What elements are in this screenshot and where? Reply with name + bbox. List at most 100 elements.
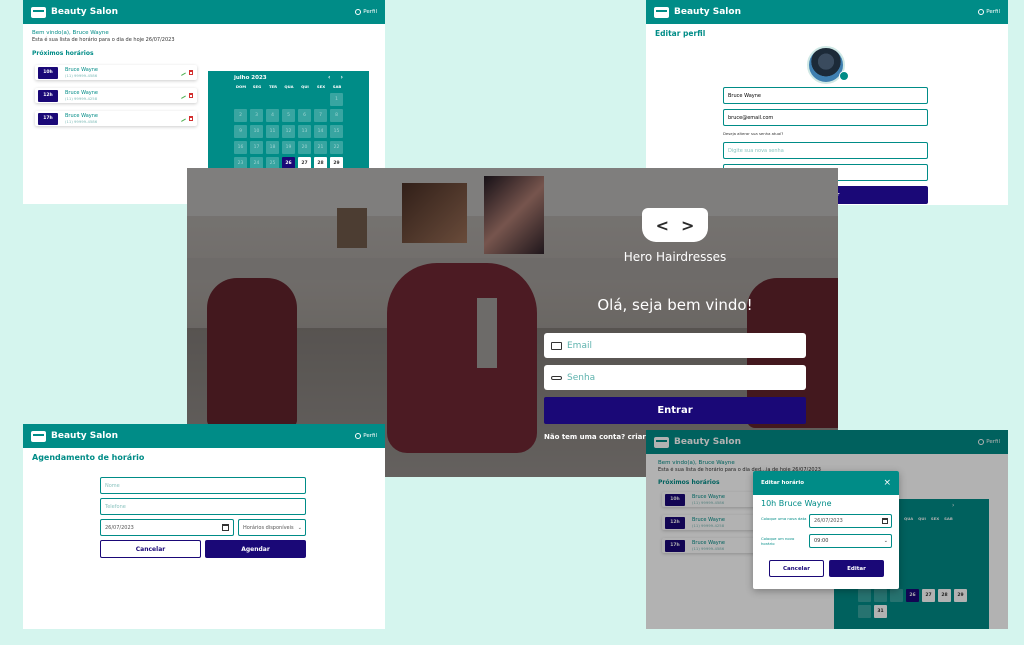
trash-icon[interactable]: [189, 116, 193, 121]
calendar-day: 20: [298, 141, 311, 154]
signup-link[interactable]: Não tem uma conta? criar u: [544, 433, 653, 441]
profile-link[interactable]: Perfil: [355, 433, 377, 439]
calendar-day: 11: [266, 125, 279, 138]
calendar-day: 9: [234, 125, 247, 138]
top-bar: Beauty Salon Perfil: [23, 424, 385, 448]
edit-icon[interactable]: [179, 69, 186, 76]
new-time-select[interactable]: 09:00 ⌄: [809, 534, 892, 548]
calendar-day: 14: [314, 125, 327, 138]
calendar-day: 22: [330, 141, 343, 154]
password-input[interactable]: Senha: [544, 365, 806, 390]
appointment-row[interactable]: 12h Bruce Wayne (11) 99999-4258: [35, 88, 197, 103]
weekday-label: SEX: [316, 84, 326, 89]
schedule-subtitle: Esta é sua lista de horário para o dia d…: [32, 37, 175, 43]
calendar-day: 18: [266, 141, 279, 154]
calendar-day: 6: [298, 109, 311, 122]
calendar-day: 15: [330, 125, 343, 138]
edit-appointment-panel: Beauty Salon Perfil Bem vindo(a), Bruce …: [646, 430, 1008, 629]
cancel-button[interactable]: Cancelar: [769, 560, 824, 577]
weekday-label: DOM: [235, 84, 247, 89]
greeting: Olá, seja bem vindo!: [597, 296, 753, 314]
calendar-day: 1: [330, 93, 343, 106]
calendar-day: 3: [250, 109, 263, 122]
calendar-day: 21: [314, 141, 327, 154]
profile-link[interactable]: Perfil: [355, 9, 377, 15]
edit-icon[interactable]: [179, 115, 186, 122]
weekday-label: QUA: [284, 84, 294, 89]
phone-field[interactable]: Telefone: [100, 498, 306, 515]
chevron-left-icon[interactable]: ‹: [328, 74, 330, 81]
appointment-row[interactable]: 17h Bruce Wayne (11) 99999-4586: [35, 111, 197, 126]
calendar-day: 13: [298, 125, 311, 138]
calendar-icon[interactable]: [222, 524, 229, 531]
calendar-day: 2: [234, 109, 247, 122]
appointment-hour: 12h: [38, 89, 58, 102]
brand-name: Beauty Salon: [51, 431, 118, 441]
top-bar: Beauty Salon Perfil: [23, 0, 385, 24]
cancel-button[interactable]: Cancelar: [100, 540, 201, 558]
chevron-down-icon: ⌄: [297, 524, 302, 531]
welcome-user: Bruce Wayne: [72, 30, 109, 36]
hours-select-value: Horários disponíveis: [243, 524, 294, 531]
calendar-day: [250, 93, 263, 106]
date-field[interactable]: 26/07/2023: [100, 519, 234, 536]
weekday-label: TER: [268, 84, 278, 89]
logo-right-bracket-icon: >: [681, 215, 695, 235]
top-bar: Beauty Salon Perfil: [646, 0, 1008, 24]
chevron-down-icon: ⌄: [883, 538, 888, 544]
new-time-value: 09:00: [814, 538, 829, 544]
calendar-day: [282, 93, 295, 106]
new-password-field[interactable]: Digite sua nova senha: [723, 142, 928, 159]
upcoming-title: Próximos horários: [32, 50, 94, 57]
edit-icon[interactable]: [179, 92, 186, 99]
email-field[interactable]: bruce@email.com: [723, 109, 928, 126]
salon-logo-icon: [31, 6, 46, 18]
appointment-phone: (11) 99999-4258: [65, 96, 98, 101]
close-icon[interactable]: ×: [883, 478, 891, 488]
calendar-day: [298, 93, 311, 106]
new-date-value: 26/07/2023: [814, 518, 843, 524]
brand-name: Beauty Salon: [51, 7, 118, 17]
calendar-day: 19: [282, 141, 295, 154]
modal-header-title: Editar horário: [761, 480, 805, 486]
new-time-label: Coloque um novo horário: [761, 536, 795, 546]
user-icon: [978, 9, 985, 15]
new-date-label: Coloque uma nova data: [761, 516, 807, 521]
appointment-phone: (11) 99999-4586: [65, 119, 98, 124]
salon-logo-icon: [31, 430, 46, 442]
edit-button[interactable]: Editar: [829, 560, 884, 577]
edit-avatar-icon[interactable]: [839, 71, 849, 81]
modal-appointment-title: 10h Bruce Wayne: [761, 499, 832, 508]
booking-panel: Beauty Salon Perfil Agendamento de horár…: [23, 424, 385, 629]
hours-select[interactable]: Horários disponíveis ⌄: [238, 519, 306, 536]
trash-icon[interactable]: [189, 93, 193, 98]
trash-icon[interactable]: [189, 70, 193, 75]
calendar-day: 5: [282, 109, 295, 122]
profile-link-label: Perfil: [363, 9, 377, 15]
calendar-day: [314, 93, 327, 106]
brand[interactable]: Beauty Salon: [654, 6, 741, 18]
calendar-icon[interactable]: [882, 518, 888, 524]
appointment-row[interactable]: 10h Bruce Wayne (11) 99999-4586: [35, 65, 197, 80]
name-field[interactable]: Bruce Wayne: [723, 87, 928, 104]
date-value: 26/07/2023: [105, 524, 134, 531]
email-input[interactable]: Email: [544, 333, 806, 358]
profile-title: Editar perfil: [655, 29, 706, 38]
chevron-right-icon[interactable]: ›: [341, 74, 343, 81]
brand[interactable]: Beauty Salon: [31, 430, 118, 442]
calendar-day: 4: [266, 109, 279, 122]
brand-name: Beauty Salon: [674, 7, 741, 17]
profile-link[interactable]: Perfil: [978, 9, 1000, 15]
logo-left-bracket-icon: <: [655, 215, 669, 235]
salon-logo-icon: [654, 6, 669, 18]
brand[interactable]: Beauty Salon: [31, 6, 118, 18]
schedule-button[interactable]: Agendar: [205, 540, 306, 558]
name-field[interactable]: Nome: [100, 477, 306, 494]
new-date-field[interactable]: 26/07/2023: [809, 514, 892, 528]
login-button[interactable]: Entrar: [544, 397, 806, 424]
app-logo: < >: [642, 208, 708, 242]
mail-icon: [551, 341, 562, 350]
change-password-question: Deseja alterar sua senha atual?: [723, 131, 784, 136]
app-name: Hero Hairdresses: [623, 250, 727, 264]
booking-title: Agendamento de horário: [32, 453, 145, 462]
